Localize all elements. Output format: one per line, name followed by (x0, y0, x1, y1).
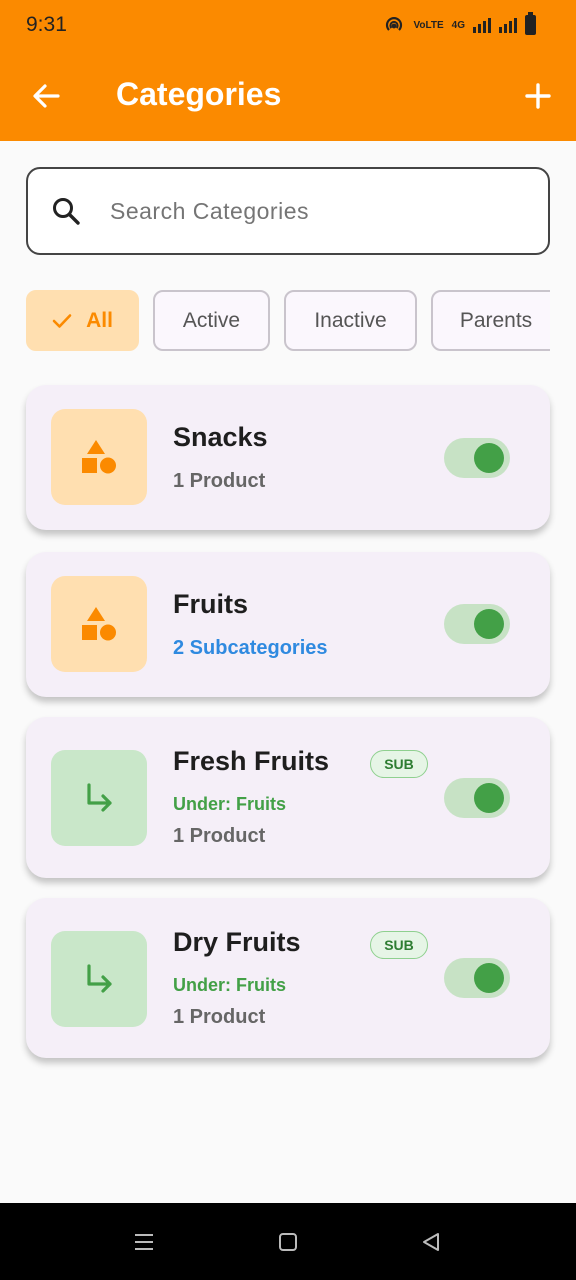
active-toggle[interactable] (444, 604, 510, 644)
search-input[interactable] (110, 197, 510, 225)
filter-chip-all[interactable]: All (26, 290, 139, 351)
status-icons: VoLTE 4G (383, 12, 536, 36)
triangle-back-icon (423, 1233, 439, 1251)
add-category-button[interactable] (518, 76, 558, 116)
category-product-count: 1 Product (173, 1006, 266, 1028)
home-nav-button[interactable] (275, 1229, 301, 1255)
category-card[interactable]: Dry Fruits SUB Under: Fruits 1 Product (26, 898, 550, 1058)
filter-chip-active[interactable]: Active (153, 290, 270, 351)
filter-chip-inactive[interactable]: Inactive (284, 290, 417, 351)
search-icon (50, 195, 82, 227)
home-square-icon (279, 1233, 297, 1251)
status-time: 9:31 (26, 13, 67, 36)
active-toggle[interactable] (444, 778, 510, 818)
network-type-label: 4G (451, 19, 465, 31)
sub-badge: SUB (370, 750, 428, 778)
page-title: Categories (116, 76, 282, 112)
category-thumb (51, 576, 147, 672)
hotspot-icon (386, 17, 403, 31)
shapes-icon (82, 440, 116, 474)
back-button[interactable] (26, 76, 66, 116)
category-name: Snacks (173, 422, 268, 452)
signal-2-icon (499, 17, 517, 33)
parent-label: Under: Fruits (173, 794, 287, 814)
app-bar: 9:31 VoLTE 4G Categories (0, 0, 576, 141)
category-thumb (51, 409, 147, 505)
category-name: Fresh Fruits (173, 746, 330, 776)
category-thumb (51, 750, 147, 846)
category-product-count: 1 Product (173, 825, 266, 847)
search-bar[interactable] (26, 167, 550, 255)
active-toggle[interactable] (444, 438, 510, 478)
filter-chip-label: Active (182, 308, 241, 332)
parent-label: Under: Fruits (173, 975, 287, 995)
menu-nav-button[interactable] (131, 1229, 157, 1255)
category-card[interactable]: Fruits 2 Subcategories (26, 552, 550, 697)
check-icon (52, 313, 72, 329)
system-nav-bar (0, 1203, 576, 1280)
shapes-icon (82, 607, 116, 641)
filter-chip-parents[interactable]: Parents (431, 290, 550, 351)
back-nav-button[interactable] (418, 1229, 444, 1255)
signal-icon (473, 17, 491, 33)
menu-icon (135, 1234, 153, 1250)
category-name: Fruits (173, 589, 249, 619)
category-card[interactable]: Snacks 1 Product (26, 385, 550, 530)
category-thumb (51, 931, 147, 1027)
filter-chip-label: All (86, 308, 113, 332)
subdirectory-arrow-icon (87, 964, 112, 993)
filter-chips: All Active Inactive Parents (26, 290, 550, 351)
battery-icon (525, 12, 536, 35)
category-name: Dry Fruits (173, 927, 301, 957)
filter-chip-label: Inactive (314, 308, 387, 332)
category-card[interactable]: Fresh Fruits SUB Under: Fruits 1 Product (26, 717, 550, 878)
category-product-count: 1 Product (173, 470, 266, 492)
subcategories-link[interactable]: 2 Subcategories (173, 637, 328, 660)
volte-label: VoLTE (413, 19, 444, 31)
filter-chip-label: Parents (459, 308, 533, 332)
subdirectory-arrow-icon (87, 783, 112, 812)
sub-badge: SUB (370, 931, 428, 959)
arrow-left-icon (33, 84, 60, 108)
active-toggle[interactable] (444, 958, 510, 998)
plus-icon (525, 83, 551, 109)
